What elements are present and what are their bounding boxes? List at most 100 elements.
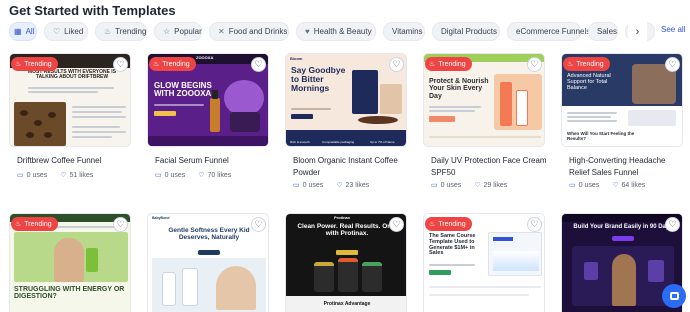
feature-text: Up to 7% of Name: [370, 140, 395, 144]
heart-icon: ♡: [53, 27, 61, 36]
thumb-image-block: [628, 110, 676, 126]
like-heart-icon[interactable]: ♡: [113, 217, 128, 232]
flame-icon: ♨: [153, 61, 160, 68]
thumb-headline: STRUGGLING WITH ENERGY OR DIGESTION?: [14, 286, 125, 301]
template-thumbnail[interactable]: Protinax Clean Power. Real Results. Only…: [285, 213, 407, 312]
likes-count: 51 likes: [69, 171, 94, 179]
see-all-link[interactable]: See all: [661, 25, 685, 34]
thumb-text-line: [429, 136, 541, 138]
chat-support-button[interactable]: [662, 284, 686, 308]
thumb-headline: Clean Power. Real Results. Only with Pro…: [297, 223, 397, 237]
card-meta: ▭ 0 uses ♡ 64 likes: [569, 181, 645, 190]
like-heart-icon[interactable]: ♡: [113, 57, 128, 72]
like-heart-icon[interactable]: ♡: [527, 57, 542, 72]
likes-icon: ♡: [60, 172, 67, 179]
thumb-cta: [429, 270, 451, 275]
uses-icon: ▭: [569, 182, 576, 189]
thumb-text-line: [429, 294, 529, 296]
coffee-pouch-image: [352, 70, 378, 114]
trending-badge: ♨ Trending: [425, 217, 472, 231]
heart-pulse-icon: ♥: [305, 27, 310, 36]
filter-chip-vitamins[interactable]: Vitamins: [383, 22, 425, 41]
filter-chip-label: Vitamins: [392, 27, 423, 36]
filter-chip-label: All: [25, 27, 35, 36]
uses-count: 0 uses: [440, 181, 462, 189]
likes-count: 29 likes: [483, 181, 508, 189]
scroll-right-arrow-icon[interactable]: ›: [628, 22, 647, 41]
uses-icon: ▭: [17, 172, 24, 179]
thumb-cta: [198, 250, 220, 255]
feature-bar: Rich & smooth Compostable packaging Up t…: [286, 130, 406, 146]
thumb-text-line: [28, 87, 114, 89]
thumb-text-line: [72, 126, 120, 128]
filter-chip-label: Food and Drinks: [228, 27, 288, 36]
grid-icon: ▦: [14, 27, 22, 36]
bottle-cap: [212, 90, 218, 99]
filter-chip-health-beauty[interactable]: ♥ Health & Beauty: [296, 22, 376, 41]
thumb-headline: Build Your Brand Easily in 90 Days: [573, 224, 673, 230]
likes-count: 70 likes: [207, 171, 232, 179]
like-heart-icon[interactable]: ♡: [665, 217, 680, 232]
filter-chip-label: eCommerce Funnels: [516, 27, 591, 36]
thumb-brand: Bloom: [290, 56, 303, 61]
filter-bar: ▦ All ♡ Liked ♨ Trending ☆ Popular ✕ Foo…: [9, 22, 655, 41]
filter-chip-food-and-drinks[interactable]: ✕ Food and Drinks: [209, 22, 289, 41]
uses-icon: ▭: [155, 172, 162, 179]
thumb-text-line: [72, 116, 126, 118]
filter-chip-ecommerce-funnels[interactable]: eCommerce Funnels: [507, 22, 590, 41]
card-title[interactable]: Facial Serum Funnel: [155, 155, 271, 167]
cream-tube-image-2: [516, 90, 528, 126]
thumb-brand: Protinax: [334, 215, 351, 220]
template-thumbnail[interactable]: BabyBond Gentle Softness Every Kid Deser…: [147, 213, 269, 312]
thumb-text-line: [28, 91, 98, 93]
card-meta: ▭ 0 uses ♡ 70 likes: [155, 171, 232, 180]
like-heart-icon[interactable]: ♡: [389, 57, 404, 72]
like-heart-icon[interactable]: ♡: [527, 217, 542, 232]
thumb-headline: Gentle Softness Every Kid Deserves, Natu…: [168, 227, 250, 241]
filter-chip-popular[interactable]: ☆ Popular: [154, 22, 202, 41]
trending-badge: ♨ Trending: [11, 57, 58, 71]
flame-icon: ♨: [15, 61, 22, 68]
utensils-icon: ✕: [218, 27, 225, 36]
uses-count: 0 uses: [164, 171, 186, 179]
flame-icon: ♨: [15, 221, 22, 228]
likes-icon: ♡: [474, 182, 481, 189]
filter-chip-label: Trending: [115, 27, 147, 36]
card-title[interactable]: Driftbrew Coffee Funnel: [17, 155, 133, 167]
hero-photo: [14, 232, 128, 282]
thumb-text-line: [567, 112, 617, 114]
thumb-text-line: [291, 108, 331, 110]
thumb-text-line: [429, 110, 475, 112]
dashboard-image: [488, 232, 542, 276]
filter-chip-sales[interactable]: Sales: [588, 22, 618, 41]
thumb-text-line: [567, 120, 617, 122]
filter-chip-liked[interactable]: ♡ Liked: [44, 22, 88, 41]
filter-chip-label: Health & Beauty: [313, 27, 372, 36]
pot-image: [230, 112, 260, 132]
filter-chip-trending[interactable]: ♨ Trending: [95, 22, 147, 41]
like-heart-icon[interactable]: ♡: [389, 217, 404, 232]
like-heart-icon[interactable]: ♡: [665, 57, 680, 72]
filter-chip-all[interactable]: ▦ All: [9, 22, 37, 41]
trending-badge: ♨ Trending: [149, 57, 196, 71]
thumb-subheadline: Protinax Advantage: [323, 301, 371, 307]
supplement-jar-image-3: [362, 262, 382, 292]
thumb-text-line: [429, 264, 475, 266]
coffee-pouch-image-2: [380, 84, 402, 114]
page-title: Get Started with Templates: [9, 3, 176, 18]
like-heart-icon[interactable]: ♡: [251, 57, 266, 72]
card-title[interactable]: High-Converting Headache Relief Sales Fu…: [569, 155, 685, 179]
likes-count: 23 likes: [345, 181, 370, 189]
uses-icon: ▭: [431, 182, 438, 189]
supplement-jar-image-2: [338, 258, 358, 292]
thumb-footer: [148, 136, 268, 146]
star-icon: ☆: [163, 27, 171, 36]
like-heart-icon[interactable]: ♡: [251, 217, 266, 232]
card-title[interactable]: Bloom Organic Instant Coffee Powder: [293, 155, 409, 179]
badge-label: Trending: [24, 220, 52, 228]
hero-photo: [572, 246, 674, 306]
filter-chip-digital-products[interactable]: Digital Products: [432, 22, 500, 41]
filter-chip-label: Digital Products: [441, 27, 498, 36]
card-title[interactable]: Daily UV Protection Face Cream SPF50: [431, 155, 547, 179]
trending-badge: ♨ Trending: [11, 217, 58, 231]
